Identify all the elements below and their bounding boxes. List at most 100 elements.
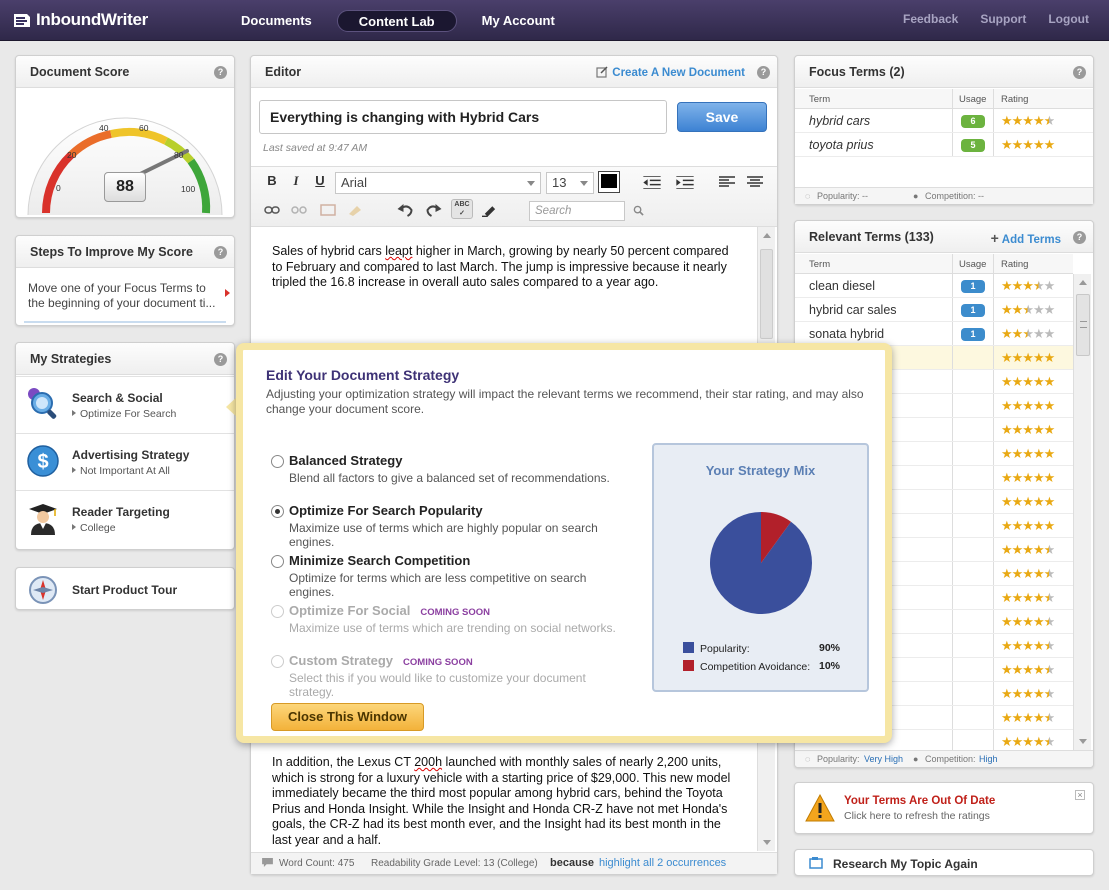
- strategy-advertising[interactable]: $ Advertising Strategy Not Important At …: [16, 433, 234, 490]
- misspelled-word[interactable]: 200h: [414, 755, 442, 769]
- clear-format-icon[interactable]: [347, 204, 363, 216]
- align-left-icon[interactable]: [719, 176, 735, 188]
- column-divider: [952, 442, 953, 465]
- app-logo[interactable]: InboundWriter: [12, 9, 148, 31]
- highlight-occurrences-link[interactable]: highlight all 2 occurrences: [599, 857, 726, 869]
- font-size-select[interactable]: 13: [546, 172, 594, 194]
- close-window-button[interactable]: Close This Window: [271, 703, 424, 731]
- modal-description: Adjusting your optimization strategy wil…: [266, 387, 864, 416]
- option-description: Maximize use of terms which are trending…: [289, 621, 616, 635]
- panel-header: Relevant Terms (133) + Add Terms ?: [795, 221, 1093, 253]
- document-title-input[interactable]: Everything is changing with Hybrid Cars: [259, 100, 667, 134]
- strategy-search-social[interactable]: Search & Social Optimize For Search: [16, 376, 234, 433]
- close-icon[interactable]: ×: [1075, 790, 1085, 800]
- strategy-reader-targeting[interactable]: Reader Targeting College: [16, 490, 234, 547]
- column-divider: [993, 370, 994, 393]
- table-row[interactable]: clean diesel 1 ★★★★★: [795, 274, 1073, 298]
- radio-button[interactable]: [271, 455, 284, 468]
- grip-icon: [1080, 321, 1087, 328]
- panel-title: Focus Terms (2): [809, 65, 905, 79]
- create-document-link[interactable]: Create A New Document: [596, 66, 745, 79]
- triangle-icon: [72, 467, 76, 473]
- gauge-tick-label: 40: [99, 123, 109, 133]
- research-topic-button[interactable]: Research My Topic Again: [794, 849, 1094, 876]
- help-icon[interactable]: ?: [214, 66, 227, 79]
- column-divider: [993, 133, 994, 156]
- outdent-icon[interactable]: [643, 176, 661, 189]
- logout-link[interactable]: Logout: [1048, 12, 1089, 26]
- indent-icon[interactable]: [676, 176, 694, 189]
- support-link[interactable]: Support: [980, 12, 1026, 26]
- help-icon[interactable]: ?: [1073, 231, 1086, 244]
- redo-icon[interactable]: [425, 203, 442, 217]
- table-row[interactable]: hybrid car sales 1 ★★★★★: [795, 298, 1073, 322]
- gauge-tick-label: 0: [56, 183, 61, 193]
- add-terms-button[interactable]: + Add Terms: [991, 230, 1061, 246]
- table-row[interactable]: hybrid cars 6 ★★★★★: [795, 109, 1093, 133]
- column-divider: [993, 610, 994, 633]
- image-icon[interactable]: [320, 204, 336, 216]
- search-icon[interactable]: [633, 205, 644, 216]
- paragraph-2[interactable]: In addition, the Lexus CT 200h launched …: [272, 755, 732, 849]
- text-color-picker[interactable]: [598, 171, 620, 193]
- spellcheck-icon[interactable]: ABC ✓: [451, 199, 473, 219]
- next-arrow-icon[interactable]: [225, 289, 230, 297]
- relevant-terms-scrollbar[interactable]: [1073, 274, 1091, 750]
- undo-icon[interactable]: [397, 203, 414, 217]
- search-placeholder: Search: [535, 205, 572, 217]
- column-header: Rating: [1001, 259, 1029, 270]
- paragraph-1[interactable]: Sales of hybrid cars leapt higher in Mar…: [272, 244, 736, 291]
- italic-button[interactable]: I: [288, 173, 304, 189]
- star-rating: ★★★★★: [1001, 137, 1055, 152]
- gauge-tick-label: 60: [139, 123, 149, 133]
- table-header: Term Usage Rating: [795, 89, 1093, 109]
- feedback-link[interactable]: Feedback: [903, 12, 958, 26]
- scroll-down-icon[interactable]: [763, 840, 771, 845]
- scroll-down-icon[interactable]: [1079, 739, 1087, 744]
- last-saved-text: Last saved at 9:47 AM: [263, 142, 368, 154]
- nav-my-account[interactable]: My Account: [461, 10, 576, 32]
- table-row[interactable]: toyota prius 5 ★★★★★: [795, 133, 1093, 157]
- underline-button[interactable]: U: [312, 173, 328, 188]
- align-center-icon[interactable]: [747, 176, 763, 188]
- alert-title: Your Terms Are Out Of Date: [844, 795, 996, 807]
- help-icon[interactable]: ?: [757, 66, 770, 79]
- help-icon[interactable]: ?: [214, 353, 227, 366]
- star-rating: ★★★★★: [1001, 734, 1055, 749]
- panel-title: My Strategies: [30, 352, 112, 366]
- bold-button[interactable]: B: [264, 173, 280, 188]
- help-icon[interactable]: ?: [1073, 66, 1086, 79]
- column-divider: [993, 466, 994, 489]
- nav-content-lab[interactable]: Content Lab: [336, 10, 457, 32]
- usage-badge: 6: [961, 115, 985, 128]
- terms-out-of-date-alert[interactable]: Your Terms Are Out Of Date Click here to…: [794, 782, 1094, 834]
- editor-search-input[interactable]: Search: [529, 201, 625, 221]
- font-family-select[interactable]: Arial: [335, 172, 541, 194]
- signal-icon: ◌: [805, 754, 811, 764]
- column-divider: [952, 298, 953, 321]
- paragraph-1-text-start: Sales of hybrid cars: [272, 244, 386, 258]
- product-tour-button[interactable]: Start Product Tour: [15, 567, 235, 610]
- radio-button-selected[interactable]: [271, 505, 284, 518]
- misspelled-word[interactable]: leapt: [385, 244, 412, 258]
- strategy-name: Advertising Strategy: [72, 448, 190, 462]
- usage-badge: 1: [961, 304, 985, 317]
- save-button[interactable]: Save: [677, 102, 767, 132]
- link-icon[interactable]: [264, 205, 280, 215]
- panel-header: Editor Create A New Document ?: [251, 56, 777, 88]
- triangle-icon: [72, 524, 76, 530]
- column-divider: [952, 610, 953, 633]
- radio-button[interactable]: [271, 555, 284, 568]
- nav-documents[interactable]: Documents: [220, 10, 333, 32]
- help-icon[interactable]: ?: [214, 246, 227, 259]
- top-navigation-bar: InboundWriter Documents Content Lab My A…: [0, 0, 1109, 41]
- scroll-up-icon[interactable]: [763, 233, 771, 238]
- chevron-down-icon: [527, 181, 535, 186]
- scroll-thumb[interactable]: [760, 249, 773, 339]
- scroll-thumb[interactable]: [1076, 294, 1090, 356]
- column-divider: [993, 298, 994, 321]
- unlink-icon[interactable]: [291, 205, 307, 215]
- steps-text[interactable]: Move one of your Focus Terms to the begi…: [16, 269, 234, 323]
- highlighter-icon[interactable]: [482, 203, 497, 217]
- scroll-up-icon[interactable]: [1079, 280, 1087, 285]
